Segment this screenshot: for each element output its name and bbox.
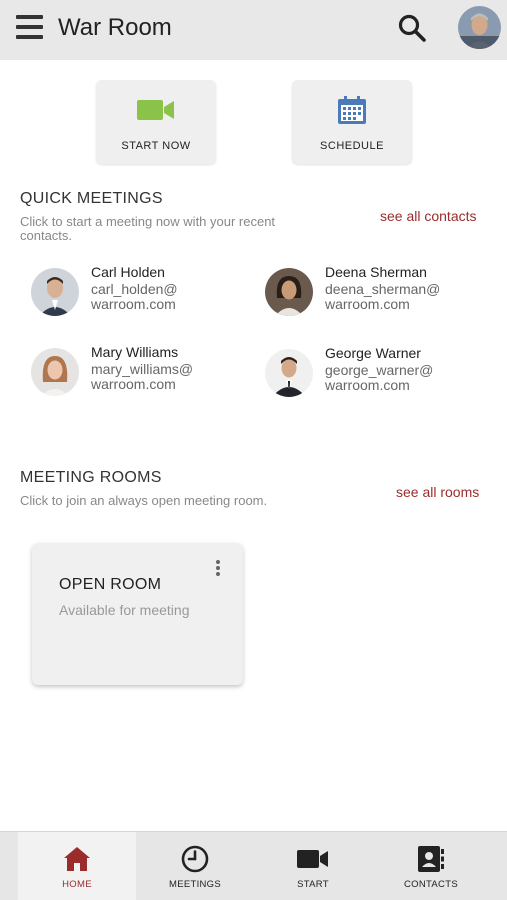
bottom-navigation: HOME MEETINGS START CONTACTS	[0, 831, 507, 900]
room-name: OPEN ROOM	[59, 576, 162, 593]
nav-meetings[interactable]: MEETINGS	[136, 832, 254, 900]
top-app-bar: War Room	[0, 0, 507, 60]
hamburger-menu-icon[interactable]	[16, 15, 43, 39]
nav-contacts-label: CONTACTS	[404, 879, 458, 890]
contact-avatar	[265, 268, 313, 316]
contact-item[interactable]: Mary Williams mary_williams@ warroom.com	[31, 344, 261, 400]
more-options-icon[interactable]	[212, 557, 224, 577]
user-avatar[interactable]	[458, 6, 501, 49]
nav-start[interactable]: START	[254, 832, 372, 900]
contact-email: carl_holden@ warroom.com	[91, 281, 178, 312]
contact-email: george_warner@ warroom.com	[325, 362, 434, 393]
start-now-label: START NOW	[121, 140, 191, 152]
meeting-rooms-description: Click to join an always open meeting roo…	[20, 493, 268, 508]
schedule-button[interactable]: SCHEDULE	[292, 80, 412, 164]
contact-name: George Warner	[325, 345, 421, 361]
see-all-rooms-link[interactable]: see all rooms	[396, 484, 479, 500]
nav-contacts[interactable]: CONTACTS	[372, 832, 490, 900]
contact-item[interactable]: Carl Holden carl_holden@ warroom.com	[31, 264, 261, 320]
clock-icon	[136, 845, 254, 873]
contact-email: mary_williams@ warroom.com	[91, 361, 194, 392]
open-room-card[interactable]: OPEN ROOM Available for meeting	[32, 543, 243, 685]
calendar-icon	[292, 94, 412, 126]
meeting-rooms-title: MEETING ROOMS	[20, 469, 162, 486]
room-status: Available for meeting	[59, 602, 190, 618]
contact-name: Mary Williams	[91, 344, 179, 360]
contact-avatar	[31, 268, 79, 316]
quick-meetings-description: Click to start a meeting now with your r…	[20, 214, 276, 243]
contact-item[interactable]: George Warner george_warner@ warroom.com	[265, 345, 495, 401]
contacts-book-icon	[372, 845, 490, 873]
nav-home[interactable]: HOME	[18, 832, 136, 900]
video-camera-icon	[96, 94, 216, 126]
contact-name: Carl Holden	[91, 264, 165, 280]
nav-home-label: HOME	[62, 879, 92, 890]
contact-avatar	[265, 349, 313, 397]
quick-meetings-title: QUICK MEETINGS	[20, 190, 163, 207]
home-icon	[18, 845, 136, 873]
start-now-button[interactable]: START NOW	[96, 80, 216, 164]
schedule-label: SCHEDULE	[320, 140, 384, 152]
nav-meetings-label: MEETINGS	[168, 879, 221, 890]
video-camera-icon	[254, 845, 372, 873]
nav-start-label: START	[297, 879, 329, 890]
contact-item[interactable]: Deena Sherman deena_sherman@ warroom.com	[265, 264, 495, 320]
contact-name: Deena Sherman	[325, 264, 427, 280]
app-title: War Room	[58, 14, 172, 41]
search-icon[interactable]	[396, 12, 428, 44]
see-all-contacts-link[interactable]: see all contacts	[380, 208, 477, 224]
contact-email: deena_sherman@ warroom.com	[325, 281, 441, 312]
contact-avatar	[31, 348, 79, 396]
